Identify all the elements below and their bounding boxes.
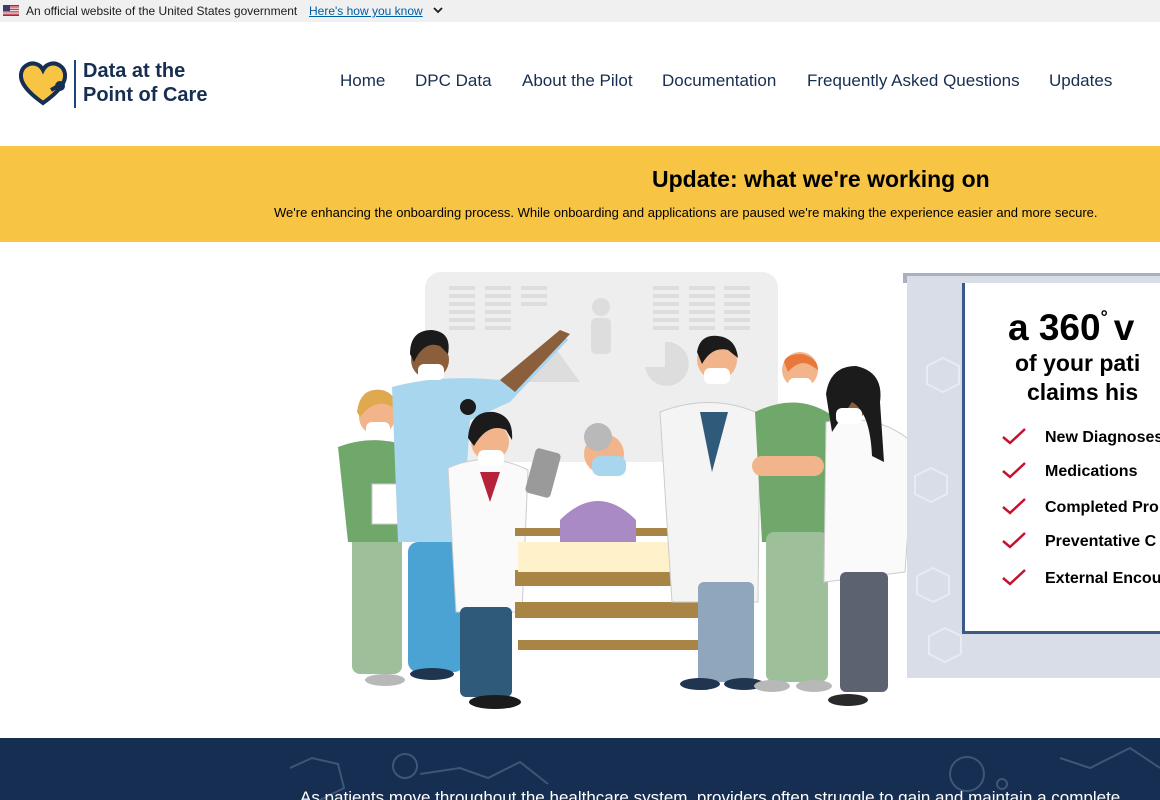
update-body: We're enhancing the onboarding process. … — [274, 205, 1098, 220]
hero-section: a 360° v of your pati claims his New Diag… — [0, 242, 1160, 738]
nav-updates[interactable]: Updates — [1049, 71, 1112, 91]
logo-divider — [74, 60, 76, 108]
checkmark-icon — [1002, 498, 1026, 515]
medical-team-illustration — [338, 272, 915, 709]
heart-logo-icon[interactable] — [18, 60, 70, 106]
checkmark-icon — [1002, 532, 1026, 549]
site-header: Data at the Point of Care Home DPC Data … — [0, 22, 1160, 146]
board-title: a 360° v — [1008, 307, 1135, 348]
update-title: Update: what we're working on — [652, 166, 990, 192]
board-subtitle-line1: of your pati — [1015, 350, 1141, 376]
gov-banner-text: An official website of the United States… — [26, 4, 298, 18]
chevron-down-icon[interactable] — [432, 4, 444, 16]
checkmark-icon — [1002, 428, 1026, 445]
board-item: Preventative C — [1045, 533, 1157, 550]
nav-documentation[interactable]: Documentation — [662, 71, 776, 91]
site-title[interactable]: Data at the Point of Care — [83, 59, 243, 107]
hexagon-pattern — [914, 356, 962, 664]
checkmark-icon — [1002, 462, 1026, 479]
board-item: Medications — [1045, 463, 1138, 480]
site-title-line1: Data at the — [83, 60, 186, 82]
nav-about-the-pilot[interactable]: About the Pilot — [522, 71, 633, 91]
nav-dpc-data[interactable]: DPC Data — [415, 71, 492, 91]
site-title-line2: Point of Care — [83, 84, 208, 106]
board-subtitle-line2: claims his — [1027, 379, 1139, 405]
us-flag-icon — [3, 5, 19, 16]
claims-history-board: a 360° v of your pati claims his New Diag… — [962, 283, 1160, 634]
update-banner: Update: what we're working on We're enha… — [0, 146, 1160, 242]
nav-faq[interactable]: Frequently Asked Questions — [807, 71, 1020, 91]
gov-banner: An official website of the United States… — [0, 0, 1160, 22]
checkmark-icon — [1002, 569, 1026, 586]
intro-text: As patients move throughout the healthca… — [300, 788, 1121, 800]
board-item: External Encou — [1045, 570, 1160, 587]
board-item: Completed Pro — [1045, 499, 1159, 516]
intro-section: As patients move throughout the healthca… — [0, 738, 1160, 800]
board-item: New Diagnoses — [1045, 429, 1160, 446]
nav-home[interactable]: Home — [340, 71, 385, 91]
heres-how-you-know-link[interactable]: Here's how you know — [309, 4, 423, 18]
